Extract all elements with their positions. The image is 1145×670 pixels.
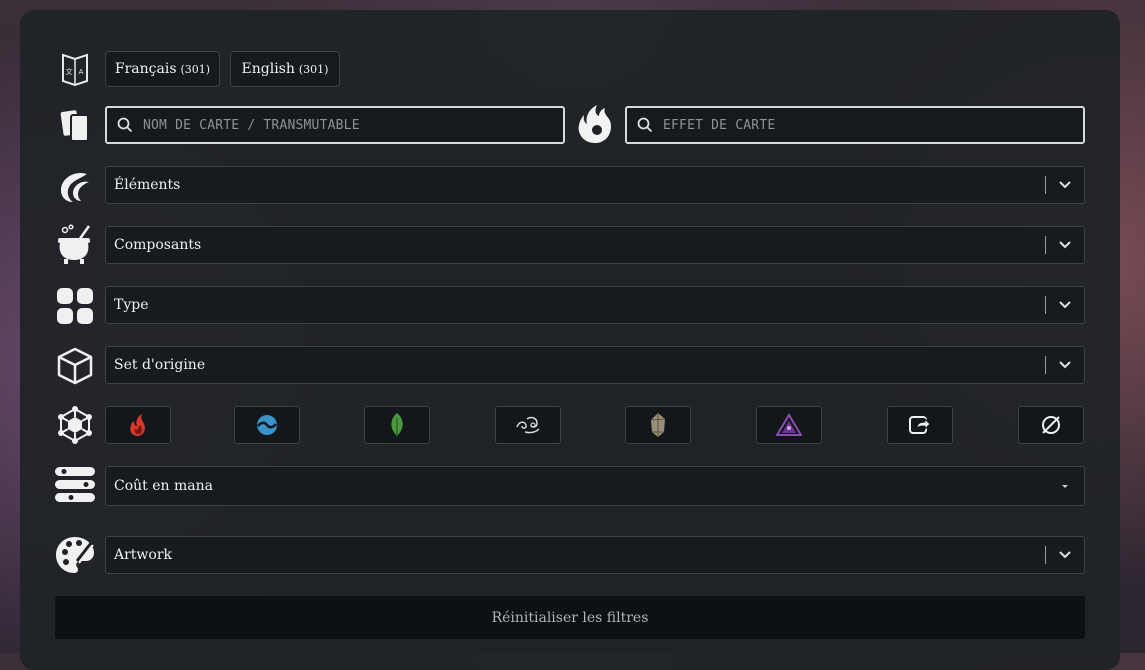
svg-text:文: 文	[66, 67, 73, 76]
fire-icon	[130, 414, 145, 436]
chevron-down-icon[interactable]	[1056, 176, 1074, 194]
fire-element-button[interactable]	[105, 406, 171, 444]
chevron-down-icon[interactable]	[1056, 356, 1074, 374]
set-select[interactable]: Set d'origine	[105, 346, 1085, 384]
reset-filters-label: Réinitialiser les filtres	[491, 609, 649, 626]
lang-francais-count: (301)	[180, 62, 211, 76]
select-separator	[1045, 236, 1046, 254]
type-select-label: Type	[114, 297, 149, 313]
lang-english-count: (301)	[298, 62, 329, 76]
mana-bars-icon	[55, 465, 95, 505]
filter-panel: 文 A Français (301) English (301) NOM DE …	[20, 10, 1120, 670]
lang-francais-label: Français	[114, 61, 177, 77]
air-element-button[interactable]	[495, 406, 561, 444]
search-icon	[637, 117, 653, 133]
type-grid-icon	[55, 286, 95, 326]
reset-filters-button[interactable]: Réinitialiser les filtres	[55, 596, 1085, 639]
caret-down-icon[interactable]	[1056, 477, 1074, 495]
svg-text:A: A	[79, 68, 84, 76]
select-separator	[1045, 296, 1046, 314]
water-icon	[257, 415, 277, 435]
elements-select-label: Éléments	[114, 177, 181, 193]
select-separator	[1045, 356, 1046, 374]
mana-cost-select-label: Coût en mana	[114, 478, 213, 494]
palette-icon	[55, 535, 95, 575]
chevron-down-icon[interactable]	[1056, 236, 1074, 254]
artwork-select-label: Artwork	[114, 547, 173, 563]
cauldron-icon	[55, 224, 95, 265]
search-icon	[117, 117, 133, 133]
set-select-label: Set d'origine	[114, 357, 206, 373]
card-effect-search[interactable]	[625, 106, 1085, 144]
lang-english-button[interactable]: English (301)	[230, 51, 340, 87]
transfer-icon	[909, 416, 931, 434]
stone-icon	[650, 413, 666, 437]
water-element-button[interactable]	[234, 406, 300, 444]
select-separator	[1045, 546, 1046, 564]
mana-cost-select[interactable]: Coût en mana	[105, 466, 1085, 506]
hexagon-network-icon	[55, 405, 95, 445]
elements-select[interactable]: Éléments	[105, 166, 1085, 204]
components-select-label: Composants	[114, 237, 202, 253]
transfer-element-button[interactable]	[887, 406, 953, 444]
chevron-down-icon[interactable]	[1056, 546, 1074, 564]
components-select[interactable]: Composants	[105, 226, 1085, 264]
stone-element-button[interactable]	[625, 406, 691, 444]
artwork-select[interactable]: Artwork	[105, 536, 1085, 574]
flame-swirl-icon	[575, 104, 615, 144]
type-select[interactable]: Type	[105, 286, 1085, 324]
elements-icon	[55, 166, 95, 206]
select-separator	[1045, 176, 1046, 194]
card-name-search[interactable]	[105, 106, 565, 144]
cards-icon	[55, 105, 95, 145]
arcane-icon	[776, 413, 802, 436]
box-icon	[55, 346, 95, 386]
leaf-icon	[391, 413, 403, 437]
arcane-element-button[interactable]	[756, 406, 822, 444]
no-element-button[interactable]	[1018, 406, 1084, 444]
lang-english-label: English	[241, 61, 295, 77]
wind-icon	[516, 416, 540, 434]
card-name-input[interactable]	[141, 116, 547, 134]
card-effect-input[interactable]	[661, 116, 1067, 134]
none-icon	[1042, 416, 1060, 434]
earth-element-button[interactable]	[364, 406, 430, 444]
chevron-down-icon[interactable]	[1056, 296, 1074, 314]
translate-icon: 文 A	[55, 49, 95, 89]
lang-francais-button[interactable]: Français (301)	[105, 51, 220, 87]
